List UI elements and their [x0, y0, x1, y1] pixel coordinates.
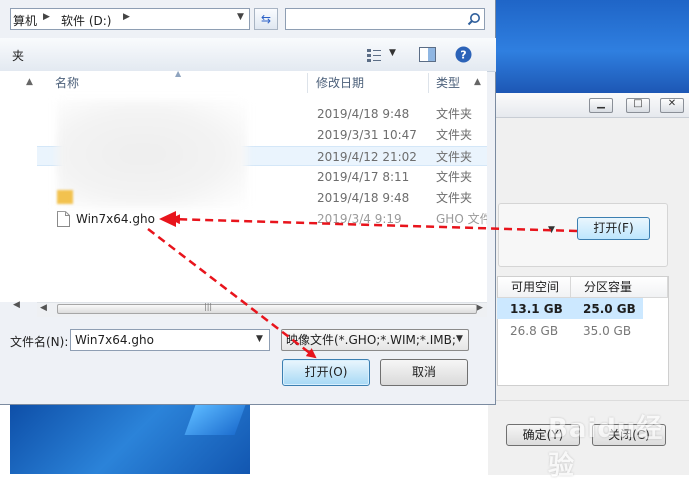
browse-open-button[interactable]: 打开(F) [577, 217, 650, 240]
command-toolbar: 夹 ▼ ? [0, 38, 496, 72]
cancel-button[interactable]: 取消 [380, 359, 468, 386]
scroll-right-icon[interactable]: ▶ [476, 303, 483, 313]
grip-icon: ||| [204, 302, 213, 311]
navigation-pane[interactable]: ▲ [0, 71, 38, 302]
file-icon [57, 211, 70, 227]
open-button[interactable]: 打开(O) [282, 359, 370, 386]
filename-input[interactable]: Win7x64.gho [70, 329, 270, 351]
file-date: 2019/3/4 9:19 [317, 212, 402, 226]
row1-capacity: 25.0 GB [583, 302, 636, 316]
search-input[interactable] [285, 8, 485, 30]
file-type: 文件夹 [436, 150, 473, 164]
file-date: 2019/4/18 9:48 [317, 191, 410, 205]
filetype-select[interactable]: 映像文件(*.GHO;*.WIM;*.IMB; [281, 329, 469, 351]
filetype-dropdown-icon[interactable]: ▼ [456, 334, 463, 344]
col-free-space: 可用空间 [498, 277, 571, 298]
background-desktop [488, 0, 689, 93]
search-icon [467, 13, 480, 26]
address-dropdown-icon[interactable]: ▼ [237, 12, 244, 22]
minimize-button[interactable]: ▁ [589, 98, 613, 113]
minimize-icon: ▁ [597, 98, 605, 109]
refresh-button[interactable]: ⇆ [254, 8, 278, 30]
help-icon[interactable]: ? [455, 46, 472, 63]
col-date[interactable]: 修改日期 [307, 71, 427, 95]
breadcrumb-arrow-icon[interactable]: ▶ [43, 12, 50, 22]
file-date: 2019/3/31 10:47 [317, 128, 417, 142]
nav-scroll-left-icon[interactable]: ◀ [13, 300, 20, 310]
row2-capacity[interactable]: 35.0 GB [570, 321, 631, 341]
view-options-icon[interactable] [366, 48, 382, 62]
list-scroll-up-icon[interactable]: ▲ [474, 77, 481, 87]
row1-free: 13.1 GB [510, 302, 563, 316]
new-folder-button[interactable]: 夹 [12, 47, 24, 64]
file-type: 文件夹 [436, 170, 473, 184]
nav-scroll-up-icon[interactable]: ▲ [26, 77, 33, 87]
path-dropdown-arrow-icon[interactable]: ▼ [548, 225, 555, 235]
sort-ascending-icon: ▲ [175, 69, 182, 78]
preview-pane-icon[interactable] [419, 47, 436, 62]
file-type: 文件夹 [436, 191, 473, 205]
watermark: Baidu经验 [548, 414, 664, 481]
list-item-gho[interactable]: Win7x64.gho 2019/3/4 9:19 GHO 文件 [37, 209, 487, 229]
view-dropdown-icon[interactable]: ▼ [389, 48, 396, 58]
file-type: GHO 文件 [436, 212, 487, 226]
file-type: 文件夹 [436, 107, 473, 121]
file-name: Win7x64.gho [76, 212, 155, 226]
breadcrumb-computer[interactable]: 算机 [13, 12, 37, 29]
refresh-icon: ⇆ [260, 12, 272, 26]
file-date: 2019/4/12 21:02 [317, 150, 417, 164]
breadcrumb-arrow-icon[interactable]: ▶ [123, 12, 130, 22]
folder-icon [57, 190, 73, 204]
close-icon: ✕ [667, 98, 677, 109]
filename-dropdown-icon[interactable]: ▼ [256, 334, 263, 344]
file-date: 2019/4/17 8:11 [317, 170, 410, 184]
svg-text:?: ? [460, 49, 466, 62]
scrollbar-thumb[interactable]: ||| [57, 302, 477, 314]
maximize-icon: □ [633, 98, 643, 109]
filename-label: 文件名(N): [10, 335, 69, 349]
address-bar[interactable]: 算机 ▶ 软件 (D:) ▶ ▼ [10, 8, 250, 30]
col-capacity: 分区容量 [571, 277, 668, 298]
file-type: 文件夹 [436, 128, 473, 142]
close-window-button[interactable]: ✕ [660, 98, 684, 113]
maximize-button[interactable]: □ [626, 98, 650, 113]
blurred-folder-names [57, 100, 247, 208]
scroll-left-icon[interactable]: ◀ [40, 303, 47, 313]
filetype-value: 映像文件(*.GHO;*.WIM;*.IMB; [286, 333, 456, 347]
row2-free[interactable]: 26.8 GB [497, 321, 558, 341]
file-date: 2019/4/18 9:48 [317, 107, 410, 121]
breadcrumb-drive[interactable]: 软件 (D:) [61, 12, 111, 29]
